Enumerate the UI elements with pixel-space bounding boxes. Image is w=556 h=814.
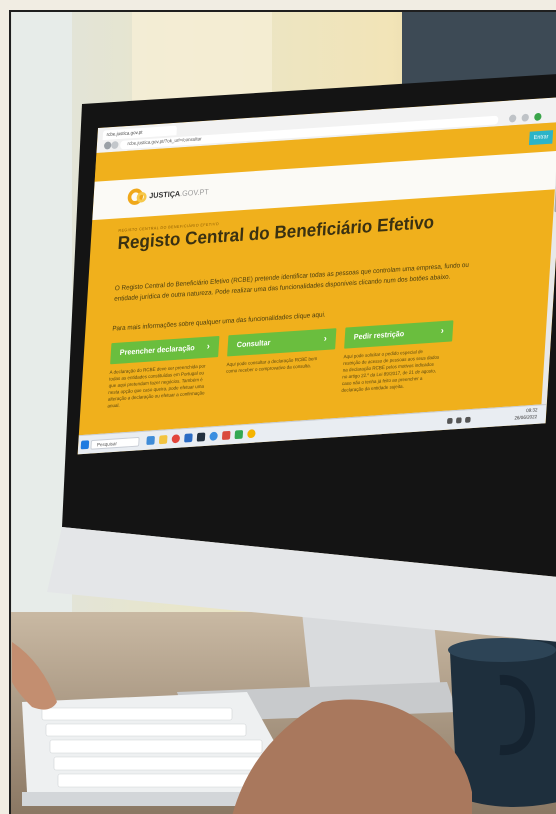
photo-frame: rcbe.justica.gov.pt rcbe.justica.gov.pt/… <box>9 10 556 814</box>
foreground <box>12 638 556 814</box>
photo: rcbe.justica.gov.pt rcbe.justica.gov.pt/… <box>0 0 556 814</box>
scene: rcbe.justica.gov.pt rcbe.justica.gov.pt/… <box>11 12 556 814</box>
